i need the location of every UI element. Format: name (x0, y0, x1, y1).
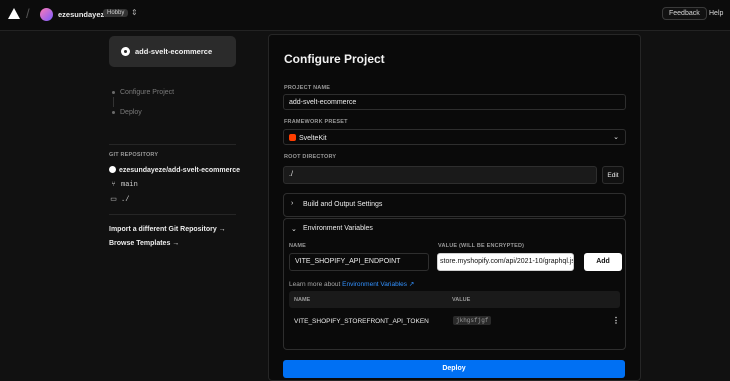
learn-more-prefix: Learn more about (289, 281, 343, 288)
github-icon (121, 47, 130, 56)
framework-value: SvelteKit (299, 135, 327, 142)
git-repo-name: ezesundayeze/add-svelt-ecommerce (119, 167, 240, 174)
configure-project-panel: Configure Project PROJECT NAME add-svelt… (268, 34, 641, 381)
build-output-settings-toggle[interactable]: › Build and Output Settings (283, 193, 626, 217)
directory-name: ./ (121, 196, 130, 204)
dot-icon (112, 111, 115, 114)
step-label: Deploy (120, 109, 142, 116)
folder-icon: ▭ (110, 196, 117, 204)
project-name-input[interactable]: add-svelt-ecommerce (283, 94, 626, 110)
divider (109, 214, 236, 215)
page-title: Configure Project (284, 52, 385, 66)
git-directory: ▭ ./ (109, 195, 129, 204)
github-icon (109, 166, 116, 173)
branch-name: main (121, 181, 138, 189)
env-value-input[interactable]: store.myshopify.com/api/2021-10/graphql.… (437, 253, 574, 271)
step-label: Configure Project (120, 89, 175, 96)
git-repository-heading: GIT REPOSITORY (109, 152, 159, 158)
git-branch: ⑂ main (109, 181, 138, 189)
env-table-header-name: NAME (294, 297, 311, 303)
root-directory-label: ROOT DIRECTORY (284, 154, 337, 160)
top-navigation-bar: / ezesundayeze Hobby ⇕ Feedback Help (0, 0, 730, 31)
deploy-button[interactable]: Deploy (283, 360, 625, 378)
chevron-down-icon[interactable]: ⌄ (291, 225, 297, 233)
steps-connector (113, 97, 114, 107)
feedback-button[interactable]: Feedback (662, 7, 707, 20)
add-env-button[interactable]: Add (584, 253, 622, 271)
avatar[interactable] (40, 8, 53, 21)
team-switcher-icon[interactable]: ⇕ (131, 8, 138, 17)
table-row: VITE_SHOPIFY_STOREFRONT_API_TOKEN jkhgsf… (289, 308, 620, 334)
env-row-value: jkhgsfjgf (453, 316, 492, 325)
external-link-icon: ↗ (407, 281, 415, 288)
more-options-icon[interactable]: ⋮ (612, 316, 620, 325)
browse-templates-link[interactable]: Browse Templates → (109, 240, 179, 247)
import-different-repo-link[interactable]: Import a different Git Repository → (109, 226, 226, 233)
project-name-label: PROJECT NAME (284, 85, 331, 91)
env-table-header: NAME VALUE (289, 291, 620, 308)
repo-card-name: add-svelt-ecommerce (135, 47, 213, 56)
plan-badge: Hobby (103, 9, 129, 17)
framework-preset-select[interactable]: SvelteKit ⌄ (283, 129, 626, 145)
sveltekit-icon (289, 134, 296, 141)
dot-icon (112, 91, 115, 94)
env-name-label: NAME (289, 243, 306, 249)
chevron-down-icon: ⌄ (613, 134, 619, 141)
environment-variables-link[interactable]: Environment Variables (342, 281, 407, 288)
help-link[interactable]: Help (709, 10, 723, 17)
divider (109, 144, 236, 145)
framework-preset-label: FRAMEWORK PRESET (284, 119, 348, 125)
root-directory-input: ./ (283, 166, 597, 184)
team-name[interactable]: ezesundayeze (58, 10, 108, 19)
env-table-header-value: VALUE (452, 297, 471, 303)
learn-more-text: Learn more about Environment Variables ↗ (289, 280, 414, 288)
env-row-name: VITE_SHOPIFY_STOREFRONT_API_TOKEN (294, 318, 429, 325)
repo-card: add-svelt-ecommerce (109, 36, 236, 67)
chevron-right-icon: › (291, 200, 294, 207)
env-name-input[interactable]: VITE_SHOPIFY_API_ENDPOINT (289, 253, 429, 271)
branch-icon: ⑂ (111, 181, 116, 189)
env-value-label: VALUE (WILL BE ENCRYPTED) (438, 243, 525, 249)
breadcrumb-separator: / (26, 6, 30, 21)
vercel-logo-icon[interactable] (8, 8, 20, 19)
git-repo-link[interactable]: ezesundayeze/add-svelt-ecommerce (109, 166, 240, 174)
environment-variables-section: ⌄ Environment Variables NAME VALUE (WILL… (283, 218, 626, 350)
edit-root-directory-button[interactable]: Edit (602, 166, 624, 184)
environment-variables-toggle[interactable]: Environment Variables (303, 225, 373, 232)
build-output-settings-label: Build and Output Settings (303, 201, 383, 208)
